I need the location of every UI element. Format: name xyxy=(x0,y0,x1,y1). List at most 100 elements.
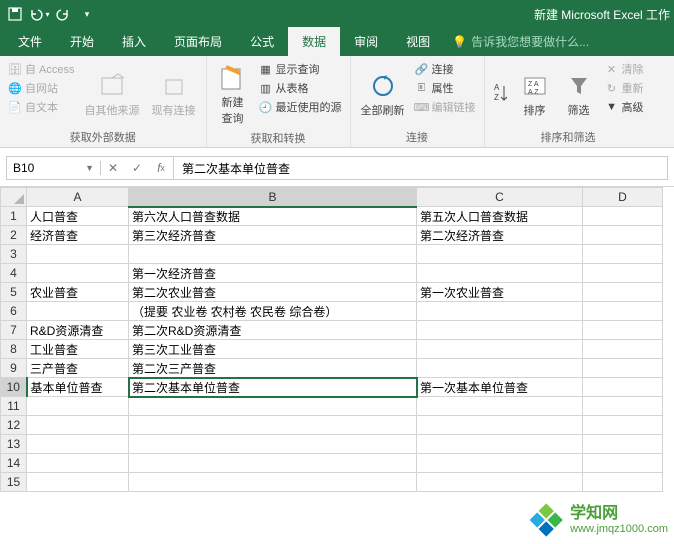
qat-customize-icon[interactable]: ▾ xyxy=(76,3,98,25)
cell[interactable] xyxy=(27,245,129,264)
row-header[interactable]: 12 xyxy=(1,416,27,435)
cell[interactable] xyxy=(129,245,417,264)
cell[interactable] xyxy=(27,416,129,435)
cell[interactable] xyxy=(583,340,663,359)
cell[interactable] xyxy=(583,359,663,378)
cell[interactable] xyxy=(129,454,417,473)
cell[interactable] xyxy=(27,264,129,283)
new-query-button[interactable]: 新建 查询 xyxy=(213,60,253,128)
cell[interactable] xyxy=(417,359,583,378)
tell-me-search[interactable]: 💡告诉我您想要做什么... xyxy=(444,27,597,56)
tab-view[interactable]: 视图 xyxy=(392,27,444,56)
existing-connections-button[interactable]: 现有连接 xyxy=(148,60,200,127)
cell-selected[interactable]: 第二次基本单位普查 xyxy=(129,378,417,397)
cell[interactable] xyxy=(417,264,583,283)
cell[interactable]: R&D资源清查 xyxy=(27,321,129,340)
from-other-sources-button[interactable]: 自其他来源 xyxy=(81,60,144,127)
cell[interactable]: 经济普查 xyxy=(27,226,129,245)
row-header[interactable]: 7 xyxy=(1,321,27,340)
tab-page-layout[interactable]: 页面布局 xyxy=(160,27,236,56)
row-header[interactable]: 8 xyxy=(1,340,27,359)
cell[interactable]: 人口普查 xyxy=(27,207,129,226)
from-access-button[interactable]: 🗄自 Access xyxy=(6,60,77,78)
row-header[interactable]: 2 xyxy=(1,226,27,245)
cell[interactable] xyxy=(583,435,663,454)
cell[interactable] xyxy=(27,473,129,492)
cell[interactable] xyxy=(583,302,663,321)
insert-function-button[interactable]: fx xyxy=(149,157,173,179)
recent-sources-button[interactable]: 🕘最近使用的源 xyxy=(257,98,344,116)
cell[interactable] xyxy=(583,226,663,245)
cell[interactable] xyxy=(417,321,583,340)
cell[interactable] xyxy=(129,435,417,454)
connections-button[interactable]: 🔗连接 xyxy=(413,60,478,78)
name-box[interactable]: B10▼ xyxy=(7,161,101,175)
column-header[interactable]: B xyxy=(129,188,417,207)
cell[interactable] xyxy=(417,435,583,454)
row-header[interactable]: 3 xyxy=(1,245,27,264)
from-text-button[interactable]: 📄自文本 xyxy=(6,98,77,116)
cell[interactable] xyxy=(417,473,583,492)
formula-input[interactable]: 第二次基本单位普查 xyxy=(174,160,667,177)
cell[interactable] xyxy=(583,264,663,283)
cell[interactable] xyxy=(27,435,129,454)
cell[interactable] xyxy=(417,454,583,473)
row-header[interactable]: 6 xyxy=(1,302,27,321)
cell[interactable]: 第五次人口普查数据 xyxy=(417,207,583,226)
cell[interactable]: 第一次农业普查 xyxy=(417,283,583,302)
cell[interactable] xyxy=(583,321,663,340)
sort-button[interactable]: Z AA Z排序 xyxy=(515,60,555,127)
properties-button[interactable]: 🗉属性 xyxy=(413,79,478,97)
tab-file[interactable]: 文件 xyxy=(4,27,56,56)
undo-icon[interactable]: ▾ xyxy=(28,3,50,25)
column-header[interactable]: D xyxy=(583,188,663,207)
refresh-all-button[interactable]: 全部刷新 xyxy=(357,60,409,127)
row-header[interactable]: 1 xyxy=(1,207,27,226)
tab-insert[interactable]: 插入 xyxy=(108,27,160,56)
cell[interactable]: 第一次基本单位普查 xyxy=(417,378,583,397)
tab-formulas[interactable]: 公式 xyxy=(236,27,288,56)
reapply-button[interactable]: ↻重新 xyxy=(603,79,646,97)
tab-home[interactable]: 开始 xyxy=(56,27,108,56)
cell[interactable]: （提要 农业卷 农村卷 农民卷 综合卷） xyxy=(129,302,417,321)
column-header[interactable]: A xyxy=(27,188,129,207)
cell[interactable]: 第二次R&D资源清查 xyxy=(129,321,417,340)
cell[interactable]: 第三次工业普查 xyxy=(129,340,417,359)
enter-formula-button[interactable]: ✓ xyxy=(125,157,149,179)
cell[interactable]: 农业普查 xyxy=(27,283,129,302)
cell[interactable] xyxy=(583,207,663,226)
cell[interactable] xyxy=(583,283,663,302)
column-header[interactable]: C xyxy=(417,188,583,207)
cell[interactable]: 第六次人口普查数据 xyxy=(129,207,417,226)
cell[interactable] xyxy=(583,473,663,492)
save-icon[interactable] xyxy=(4,3,26,25)
show-queries-button[interactable]: ▦显示查询 xyxy=(257,60,344,78)
row-header[interactable]: 10 xyxy=(1,378,27,397)
cell[interactable] xyxy=(583,416,663,435)
row-header[interactable]: 13 xyxy=(1,435,27,454)
cell[interactable] xyxy=(129,416,417,435)
row-header[interactable]: 5 xyxy=(1,283,27,302)
cell[interactable] xyxy=(27,454,129,473)
sort-az-button[interactable]: AZ xyxy=(491,60,511,127)
cell[interactable] xyxy=(27,397,129,416)
cell[interactable] xyxy=(583,454,663,473)
row-header[interactable]: 9 xyxy=(1,359,27,378)
row-header[interactable]: 15 xyxy=(1,473,27,492)
cell[interactable] xyxy=(583,397,663,416)
row-header[interactable]: 4 xyxy=(1,264,27,283)
row-header[interactable]: 14 xyxy=(1,454,27,473)
cell[interactable] xyxy=(417,302,583,321)
redo-icon[interactable] xyxy=(52,3,74,25)
cell[interactable] xyxy=(417,397,583,416)
cell[interactable]: 基本单位普查 xyxy=(27,378,129,397)
cell[interactable]: 工业普查 xyxy=(27,340,129,359)
cell[interactable] xyxy=(27,302,129,321)
cell[interactable] xyxy=(129,397,417,416)
cell[interactable] xyxy=(583,378,663,397)
spreadsheet-grid[interactable]: A B C D 1人口普查第六次人口普查数据第五次人口普查数据 2经济普查第三次… xyxy=(0,187,663,492)
tab-review[interactable]: 审阅 xyxy=(340,27,392,56)
cell[interactable] xyxy=(129,473,417,492)
tab-data[interactable]: 数据 xyxy=(288,27,340,56)
cell[interactable]: 第二次三产普查 xyxy=(129,359,417,378)
